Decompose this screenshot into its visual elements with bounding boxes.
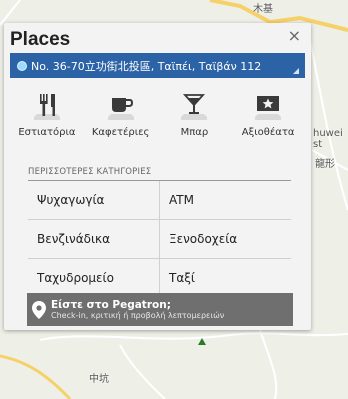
category-gas-stations[interactable]: Βενζινάδικα bbox=[28, 220, 159, 258]
map-label-bottom: 中坑 bbox=[89, 374, 109, 385]
category-restaurants-label: Εστιατόρια bbox=[18, 127, 76, 138]
more-categories-grid: Ψυχαγωγία ATM Βενζινάδικα Ξενοδοχεία Ταχ… bbox=[28, 181, 291, 298]
checkin-text: Είστε στο Pegatron; Check-in, κριτική ή … bbox=[51, 299, 224, 321]
panel-title: Places bbox=[10, 29, 71, 50]
restaurant-icon bbox=[27, 88, 67, 124]
category-row: Ψυχαγωγία ATM bbox=[28, 181, 291, 220]
checkin-subtitle: Check-in, κριτική ή προβολή λεπτομερειών bbox=[51, 310, 225, 320]
current-location-icon bbox=[18, 61, 26, 70]
location-pin-icon bbox=[27, 293, 51, 326]
category-hotels[interactable]: Ξενοδοχεία bbox=[159, 220, 291, 258]
category-bars[interactable]: Μπαρ bbox=[158, 88, 232, 150]
category-attractions-label: Αξιοθέατα bbox=[241, 127, 295, 138]
checkin-title: Είστε στο Pegatron; bbox=[51, 298, 171, 311]
location-selector[interactable]: No. 36-70立功街北投區, Ταϊπέι, Ταϊβάν 112 bbox=[10, 53, 305, 78]
category-row: Βενζινάδικα Ξενοδοχεία bbox=[28, 220, 291, 259]
location-text: No. 36-70立功街北投區, Ταϊπέι, Ταϊβάν 112 bbox=[31, 59, 262, 73]
category-entertainment[interactable]: Ψυχαγωγία bbox=[28, 181, 159, 219]
category-cafes-label: Καφετέριες bbox=[91, 127, 150, 138]
category-taxi[interactable]: Ταξί bbox=[159, 259, 291, 297]
category-cafes[interactable]: Καφετέριες bbox=[84, 88, 158, 150]
bar-icon bbox=[174, 88, 214, 124]
map-label-right-mid: 龍形 bbox=[315, 159, 335, 170]
attractions-icon bbox=[248, 88, 288, 124]
map-label-top: 木基 bbox=[253, 4, 273, 15]
category-buttons: Εστιατόρια Καφετέριες Μπαρ Αξιοθέατα bbox=[10, 88, 305, 150]
close-button[interactable]: × bbox=[288, 26, 301, 45]
category-atm[interactable]: ATM bbox=[159, 181, 291, 219]
map-marker-icon[interactable] bbox=[198, 338, 206, 345]
checkin-bar[interactable]: Είστε στο Pegatron; Check-in, κριτική ή … bbox=[27, 293, 293, 326]
map-label-right-top: huwei st bbox=[313, 128, 343, 150]
category-restaurants[interactable]: Εστιατόρια bbox=[10, 88, 84, 150]
category-attractions[interactable]: Αξιοθέατα bbox=[231, 88, 305, 150]
cafe-icon bbox=[101, 88, 141, 124]
dropdown-corner-icon bbox=[293, 68, 299, 74]
category-post-office[interactable]: Ταχυδρομείο bbox=[28, 259, 159, 297]
category-bars-label: Μπαρ bbox=[180, 127, 209, 138]
more-categories-title: ΠΕΡΙΣΣΟΤΕΡΕΣ ΚΑΤΗΓΟΡΙΕΣ bbox=[28, 167, 152, 177]
